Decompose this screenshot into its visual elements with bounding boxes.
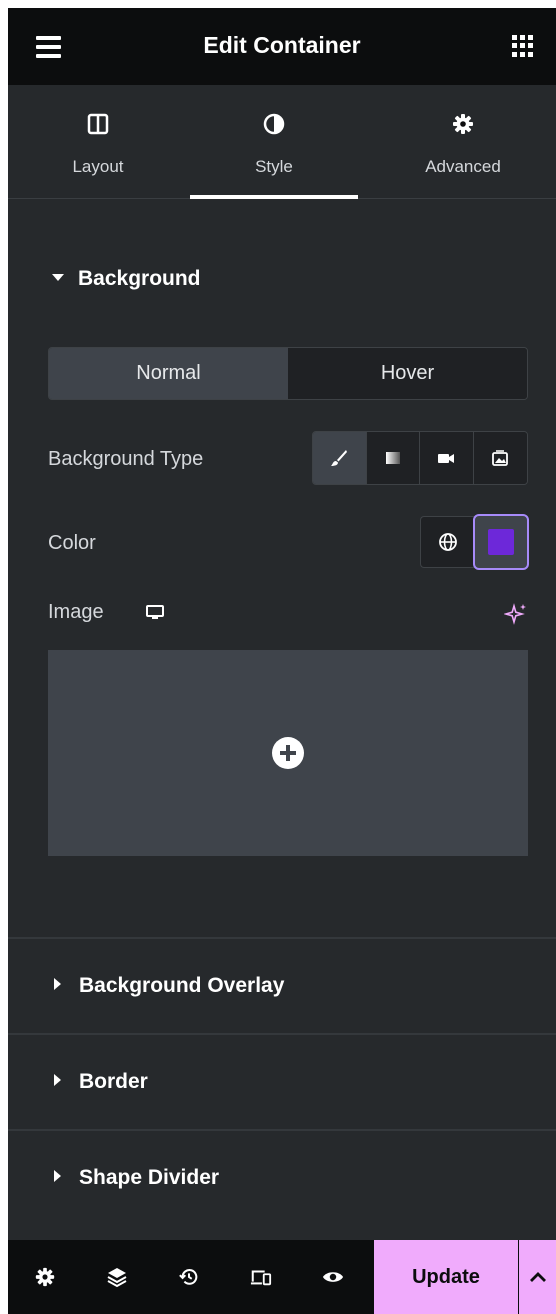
gradient-icon (385, 452, 400, 464)
color-label: Color (48, 532, 96, 554)
state-tab-normal[interactable]: Normal (49, 348, 288, 399)
plus-circle-icon[interactable] (272, 737, 304, 769)
background-type-classic[interactable] (313, 432, 367, 484)
caret-right-icon (54, 978, 61, 991)
layers-icon (107, 1268, 127, 1288)
state-tab-hover[interactable]: Hover (288, 348, 527, 399)
background-section-title: Background (78, 267, 201, 290)
desktop-monitor-icon[interactable] (145, 604, 165, 622)
tab-layout-label: Layout (72, 157, 124, 176)
state-toggle: Normal Hover (48, 347, 528, 400)
border-title: Border (79, 1070, 148, 1093)
responsive-icon (250, 1270, 272, 1286)
background-overlay-section[interactable]: Background Overlay (8, 939, 556, 1034)
color-picker-button[interactable] (473, 514, 529, 570)
background-type-gradient[interactable] (366, 432, 420, 484)
history-button[interactable] (174, 1262, 204, 1292)
apps-grid-icon[interactable] (512, 35, 534, 57)
shape-divider-title: Shape Divider (79, 1166, 220, 1189)
background-type-label: Background Type (48, 448, 204, 470)
background-type-choices (312, 431, 528, 485)
responsive-mode-button[interactable] (246, 1262, 276, 1292)
caret-down-icon (52, 273, 64, 281)
history-icon (179, 1269, 198, 1285)
brush-classic-icon (331, 450, 348, 466)
panel-title: Edit Container (203, 32, 361, 58)
ai-sparkle-icon[interactable] (504, 602, 528, 626)
border-section[interactable]: Border (8, 1035, 556, 1130)
global-colors-button[interactable] (420, 516, 474, 568)
columns-icon (87, 113, 109, 135)
video-icon (438, 454, 455, 463)
background-type-slideshow[interactable] (473, 432, 527, 484)
settings-button[interactable] (30, 1262, 60, 1292)
image-label: Image (48, 601, 104, 623)
background-overlay-title: Background Overlay (79, 974, 285, 997)
gear-icon (453, 114, 473, 134)
tab-advanced-label: Advanced (425, 157, 501, 176)
panel-header: Edit Container (8, 8, 556, 85)
globe-icon (438, 533, 457, 551)
chevron-up-icon (529, 1272, 546, 1282)
tab-layout[interactable]: Layout (48, 85, 148, 199)
caret-right-icon (54, 1074, 61, 1087)
caret-right-icon (54, 1170, 61, 1183)
update-button[interactable]: Update (374, 1240, 518, 1314)
editor-panel: Edit Container Layout Style Advanced Bac… (8, 8, 556, 1314)
tab-style-label: Style (255, 157, 293, 176)
active-tab-indicator (190, 195, 358, 199)
tab-advanced[interactable]: Advanced (408, 85, 518, 199)
background-type-video[interactable] (420, 432, 474, 484)
half-circle-contrast-icon (263, 113, 285, 135)
shape-divider-section[interactable]: Shape Divider (8, 1131, 556, 1226)
slideshow-icon (492, 450, 509, 466)
color-swatch (488, 529, 514, 555)
navigator-button[interactable] (102, 1262, 132, 1292)
panel-tabs: Layout Style Advanced (8, 85, 556, 199)
tab-style[interactable]: Style (190, 85, 358, 199)
preview-button[interactable] (318, 1262, 348, 1292)
settings-icon (35, 1267, 55, 1287)
save-options-button[interactable] (519, 1240, 556, 1314)
preview-eye-icon (322, 1272, 344, 1282)
panel-footer: Update (8, 1240, 556, 1314)
image-upload-area[interactable] (48, 650, 528, 856)
background-section-header[interactable]: Background (52, 267, 201, 291)
